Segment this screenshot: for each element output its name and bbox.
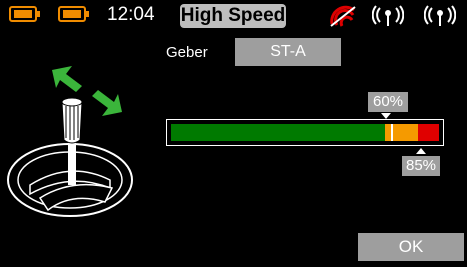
range-bar [166, 119, 444, 146]
antenna-icon [372, 5, 404, 26]
geber-label: Geber [166, 44, 208, 61]
battery-icon [9, 6, 40, 22]
signal-off-icon [330, 5, 356, 27]
antenna-icon [424, 5, 456, 26]
up-marker-icon [416, 148, 426, 154]
mode-title: High Speed [180, 4, 286, 28]
stick-icon [7, 66, 133, 217]
bar-segment-green [171, 124, 386, 141]
clock: 12:04 [107, 4, 155, 25]
upper-threshold-value[interactable]: 60% [368, 92, 408, 112]
battery-icon [58, 6, 89, 22]
position-indicator [390, 124, 393, 141]
lower-threshold-value[interactable]: 85% [402, 156, 440, 176]
geber-select[interactable]: ST-A [235, 38, 341, 66]
bar-segment-red [417, 124, 439, 141]
ok-button[interactable]: OK [358, 233, 464, 261]
